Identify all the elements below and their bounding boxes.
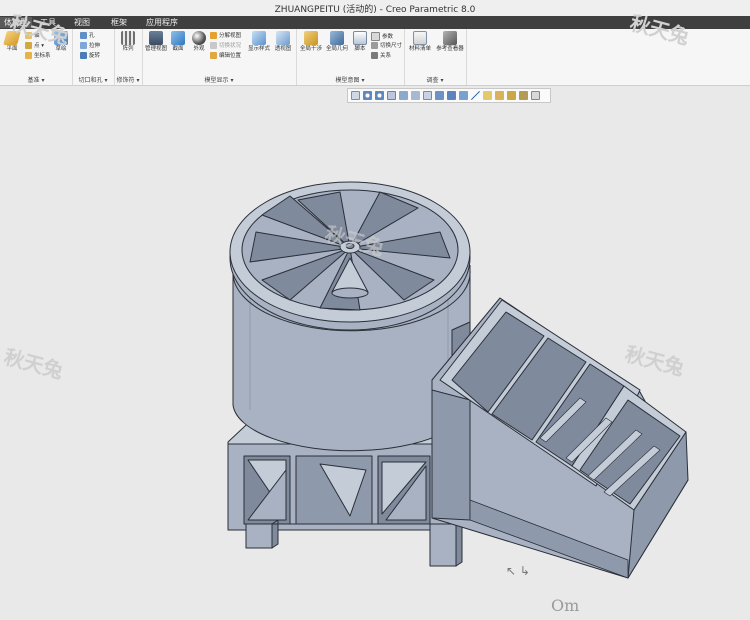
relations-button[interactable]: 关系 — [371, 52, 391, 60]
extrude-icon — [80, 42, 87, 49]
switch-dims-icon — [371, 42, 378, 49]
annotations-icon[interactable] — [531, 91, 540, 100]
revolve-button[interactable]: 旋转 — [80, 52, 100, 60]
appearance-icon — [192, 31, 206, 45]
cuts-group-label[interactable]: 切口和孔 ▾ — [72, 75, 114, 84]
script-button[interactable]: 脚本 — [351, 31, 369, 53]
menu-applications[interactable]: 应用程序 — [146, 17, 178, 28]
group-modifiers: 阵列 修饰符 ▾ — [114, 29, 143, 85]
reference-viewer-icon — [443, 31, 457, 45]
datum-display-icon[interactable] — [471, 91, 480, 100]
saved-views-button[interactable]: 透视图 — [272, 31, 294, 53]
bill-of-materials-icon — [413, 31, 427, 45]
model-intent-group-label[interactable]: 模型意图 ▾ — [296, 75, 404, 84]
spin-center-icon[interactable] — [519, 91, 528, 100]
refit-icon[interactable] — [351, 91, 360, 100]
global-interference-button[interactable]: 全局干涉 — [299, 31, 323, 53]
menu-framework[interactable]: 框架 — [111, 17, 127, 28]
extrude-button[interactable]: 拉伸 — [80, 42, 100, 50]
switch-dims-button[interactable]: 切换尺寸 — [371, 42, 402, 50]
spin-center-marker: ↖ ↳ — [506, 564, 530, 578]
parameters-icon — [371, 32, 380, 41]
group-cuts: 孔 拉伸 旋转 切口和孔 ▾ — [72, 29, 115, 85]
view-toolbar — [347, 88, 551, 103]
canvas-om-text: Om — [551, 596, 580, 615]
pattern-icon — [121, 31, 135, 45]
reference-viewer-button[interactable]: 参考查看器 — [436, 31, 464, 53]
saved-orientations-icon[interactable] — [411, 91, 420, 100]
group-model-intent: 全局干涉 全局几何 脚本 参数 切换尺寸 关系 模型意图 ▾ — [296, 29, 405, 85]
revolve-icon — [80, 52, 87, 59]
display-style-small-icon[interactable] — [423, 91, 432, 100]
investigate-group-label[interactable]: 调查 ▾ — [404, 75, 466, 84]
group-model-display: 管理视图 截面 外观 分解视图 切换状况 编辑位置 显示样式 透视图 模型显示 … — [142, 29, 297, 85]
manage-views-button[interactable]: 管理视图 — [145, 31, 167, 53]
edit-position-icon — [210, 52, 217, 59]
orient-icon[interactable] — [399, 91, 408, 100]
global-geometry-button[interactable]: 全局几何 — [325, 31, 349, 53]
point-display-icon[interactable] — [495, 91, 504, 100]
display-style-icon — [252, 31, 266, 45]
display-style-button[interactable]: 显示样式 — [248, 31, 270, 53]
annotation-display-icon[interactable] — [483, 91, 492, 100]
view-manager-icon[interactable] — [435, 91, 444, 100]
hole-icon — [80, 32, 87, 39]
csys-display-icon[interactable] — [507, 91, 516, 100]
sorting-hopper — [431, 297, 689, 579]
toggle-state-icon — [210, 42, 217, 49]
perspective-icon[interactable] — [447, 91, 456, 100]
manage-views-icon — [149, 31, 163, 45]
global-interference-icon — [304, 31, 318, 45]
csys-icon — [25, 52, 32, 59]
repaint-icon[interactable] — [387, 91, 396, 100]
section-small-icon[interactable] — [459, 91, 468, 100]
relations-icon — [371, 52, 378, 59]
menu-view[interactable]: 视图 — [74, 17, 90, 28]
toggle-state-button[interactable]: 切换状况 — [210, 42, 241, 50]
section-icon — [171, 31, 185, 45]
edit-position-button[interactable]: 编辑位置 — [210, 52, 241, 60]
bill-of-materials-button[interactable]: 材料清单 — [407, 31, 433, 53]
datum-group-label[interactable]: 基准 ▾ — [0, 75, 72, 84]
parameters-button[interactable]: 参数 — [371, 32, 393, 41]
csys-button[interactable]: 坐标系 — [25, 52, 51, 60]
hole-button[interactable]: 孔 — [80, 32, 95, 40]
model-display-group-label[interactable]: 模型显示 ▾ — [142, 75, 296, 84]
modifiers-group-label[interactable]: 修饰符 ▾ — [114, 75, 142, 84]
script-icon — [353, 31, 367, 45]
saved-views-icon — [276, 31, 290, 45]
global-geometry-icon — [330, 31, 344, 45]
explode-icon — [210, 32, 217, 39]
zoom-out-icon[interactable] — [375, 91, 384, 100]
explode-button[interactable]: 分解视图 — [210, 32, 241, 40]
point-icon — [25, 42, 32, 49]
appearance-button[interactable]: 外观 — [190, 31, 208, 53]
section-button[interactable]: 截面 — [169, 31, 187, 53]
group-investigate: 材料清单 参考查看器 调查 ▾ — [404, 29, 467, 85]
zoom-in-icon[interactable] — [363, 91, 372, 100]
pattern-button[interactable]: 阵列 — [118, 31, 138, 53]
